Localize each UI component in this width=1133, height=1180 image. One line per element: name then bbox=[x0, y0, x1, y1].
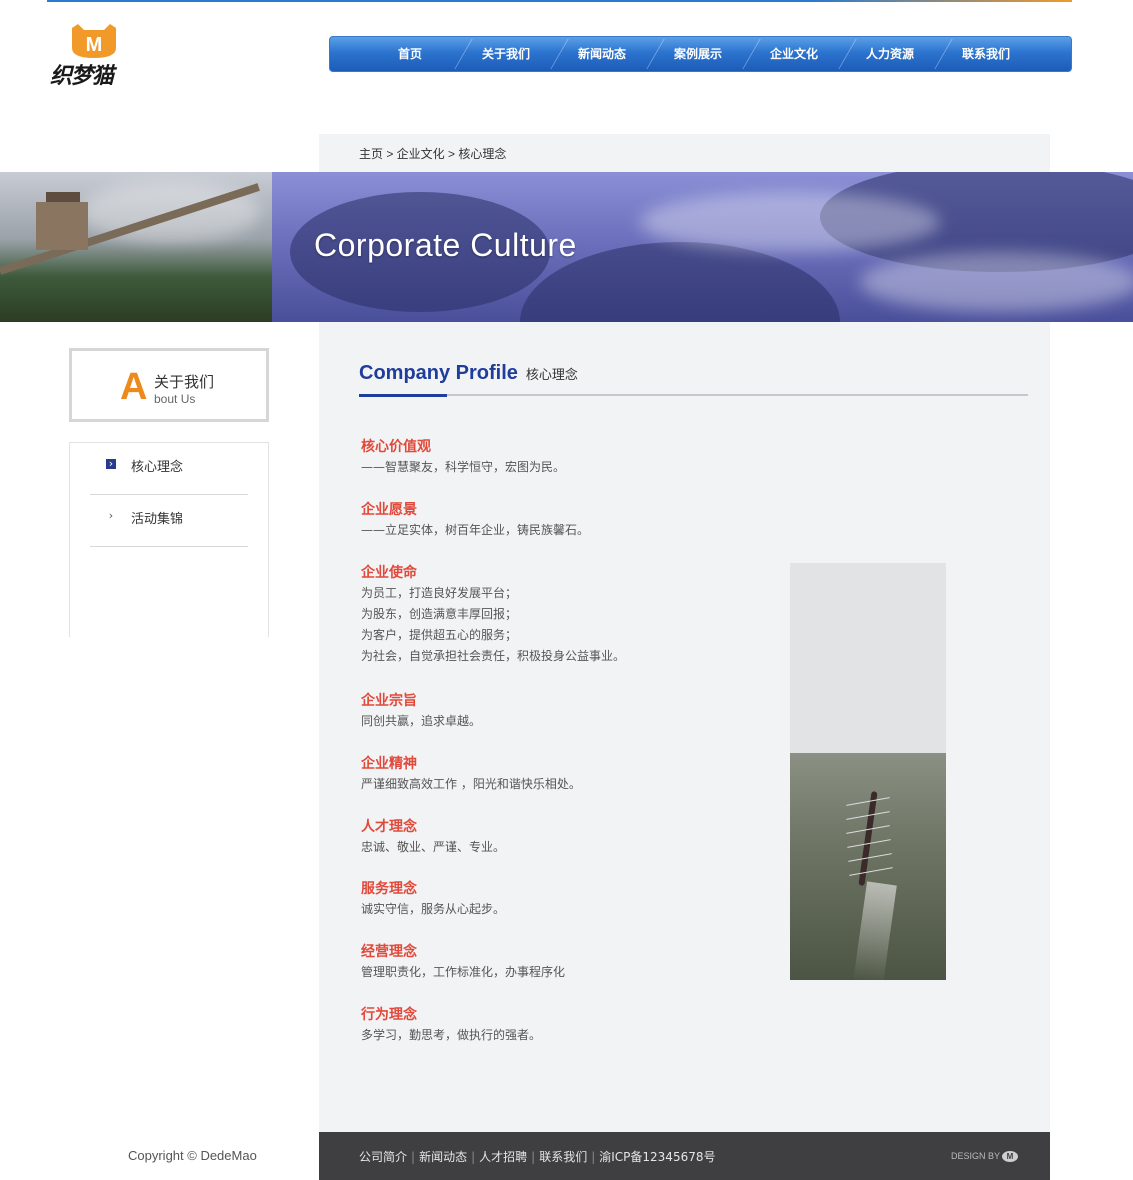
section-text: 为社会，自觉承担社会责任，积极投身公益事业。 bbox=[361, 649, 626, 663]
sidebar-about-header: A 关于我们 bout Us bbox=[69, 348, 269, 422]
section-title: 企业愿景 bbox=[361, 502, 417, 518]
footer-bar: 公司简介 | 新闻动态 | 人才招聘 | 联系我们 | 渝ICP备12345678号 DESIG… bbox=[319, 1132, 1050, 1180]
section-title: 核心价值观 bbox=[361, 439, 431, 455]
nav-home[interactable]: 首页 bbox=[362, 37, 458, 71]
nav-culture[interactable]: 企业文化 bbox=[746, 37, 842, 71]
main-nav: 首页 关于我们 新闻动态 案例展示 企业文化 人力资源 联系我们 bbox=[329, 36, 1072, 72]
section-title: 服务理念 bbox=[361, 881, 417, 897]
nav-cases[interactable]: 案例展示 bbox=[650, 37, 746, 71]
nav-about[interactable]: 关于我们 bbox=[458, 37, 554, 71]
title-divider-accent bbox=[359, 394, 447, 397]
section-title: 企业使命 bbox=[361, 565, 417, 581]
section-title: 企业宗旨 bbox=[361, 693, 417, 709]
chevron-right-icon: › bbox=[106, 458, 116, 469]
great-wall-image bbox=[0, 172, 272, 322]
section-text: 同创共赢，追求卓越。 bbox=[361, 714, 482, 728]
sidebar-item-label: 活动集锦 bbox=[131, 512, 184, 527]
footer-link-news[interactable]: 新闻动态 bbox=[419, 1150, 467, 1164]
logo-badge: M bbox=[86, 34, 103, 56]
cat-logo-icon: M bbox=[72, 24, 116, 58]
section-title: 人才理念 bbox=[361, 819, 417, 835]
designer-logo-icon: M bbox=[1002, 1151, 1018, 1163]
section-spirit: 企业精神 严谨细致高效工作 ，阳光和谐快乐相处。 bbox=[361, 754, 781, 795]
rowing-boat-image bbox=[790, 753, 946, 980]
section-text: 诚实守信，服务从心起步。 bbox=[361, 902, 506, 916]
breadcrumb[interactable]: 主页 > 企业文化 > 核心理念 bbox=[359, 145, 506, 162]
page-title: Company Profile 核心理念 bbox=[359, 362, 578, 385]
section-text: 严谨细致高效工作 ，阳光和谐快乐相处。 bbox=[361, 777, 581, 791]
chevron-right-icon: › bbox=[108, 509, 114, 522]
page-title-cn: 核心理念 bbox=[525, 368, 578, 383]
design-by[interactable]: DESIGN BY M bbox=[950, 1151, 1018, 1163]
section-mission: 企业使命 为员工，打造良好发展平台； 为股东，创造满意丰厚回报； 为客户，提供超… bbox=[361, 563, 781, 667]
section-text: 多学习，勤思考，做执行的强者。 bbox=[361, 1028, 542, 1042]
site-logo[interactable]: M 织梦猫 bbox=[50, 22, 130, 89]
section-text: ——立足实体，树百年企业，铸民族馨石。 bbox=[361, 523, 590, 537]
copyright-text: Copyright © DedeMao bbox=[128, 1148, 257, 1163]
nav-news[interactable]: 新闻动态 bbox=[554, 37, 650, 71]
section-core-values: 核心价值观 ——智慧聚友，科学恒守，宏图为民。 bbox=[361, 437, 781, 478]
nav-contact[interactable]: 联系我们 bbox=[938, 37, 1034, 71]
about-title-en: bout Us bbox=[154, 392, 196, 406]
section-title: 经营理念 bbox=[361, 944, 417, 960]
nav-hr[interactable]: 人力资源 bbox=[842, 37, 938, 71]
section-text: 为股东，创造满意丰厚回报； bbox=[361, 607, 518, 621]
sidebar-item-core-values[interactable]: › 核心理念 bbox=[90, 443, 248, 495]
section-text: 为客户，提供超五心的服务； bbox=[361, 628, 518, 642]
sidebar-item-activities[interactable]: › 活动集锦 bbox=[90, 495, 248, 547]
footer-link-icp[interactable]: 渝ICP备12345678号 bbox=[599, 1150, 715, 1164]
section-title: 企业精神 bbox=[361, 756, 417, 772]
section-text: 管理职责化，工作标准化，办事程序化 bbox=[361, 965, 566, 979]
section-title: 行为理念 bbox=[361, 1007, 417, 1023]
about-title-cn: 关于我们 bbox=[154, 373, 215, 391]
logo-text: 织梦猫 bbox=[50, 64, 114, 89]
about-letter: A bbox=[120, 366, 148, 408]
banner-title: Corporate Culture bbox=[314, 227, 577, 263]
section-purpose: 企业宗旨 同创共赢，追求卓越。 bbox=[361, 691, 781, 732]
photo-placeholder bbox=[790, 563, 946, 753]
design-by-label: DESIGN BY bbox=[950, 1151, 1000, 1161]
footer-link-company[interactable]: 公司简介 bbox=[359, 1150, 407, 1164]
sidebar-item-label: 核心理念 bbox=[131, 460, 184, 475]
page-title-en: Company Profile bbox=[359, 362, 518, 384]
footer-links: 公司简介 | 新闻动态 | 人才招聘 | 联系我们 | 渝ICP备12345678号 bbox=[359, 1150, 716, 1164]
top-accent-line bbox=[47, 0, 1072, 2]
footer-link-jobs[interactable]: 人才招聘 bbox=[479, 1150, 527, 1164]
section-text: ——智慧聚友，科学恒守，宏图为民。 bbox=[361, 460, 566, 474]
page-banner: Corporate Culture bbox=[0, 172, 1133, 322]
title-divider bbox=[359, 394, 1028, 396]
section-service: 服务理念 诚实守信，服务从心起步。 bbox=[361, 879, 781, 920]
section-business: 经营理念 管理职责化，工作标准化，办事程序化 bbox=[361, 942, 781, 983]
sidebar-menu: › 核心理念 › 活动集锦 bbox=[69, 442, 269, 637]
section-vision: 企业愿景 ——立足实体，树百年企业，铸民族馨石。 bbox=[361, 500, 781, 541]
footer-link-contact[interactable]: 联系我们 bbox=[539, 1150, 587, 1164]
section-text: 为员工，打造良好发展平台； bbox=[361, 586, 518, 600]
section-behavior: 行为理念 多学习，勤思考，做执行的强者。 bbox=[361, 1005, 781, 1046]
section-talent: 人才理念 忠诚、敬业、严谨、专业。 bbox=[361, 817, 781, 858]
section-text: 忠诚、敬业、严谨、专业。 bbox=[361, 840, 506, 854]
